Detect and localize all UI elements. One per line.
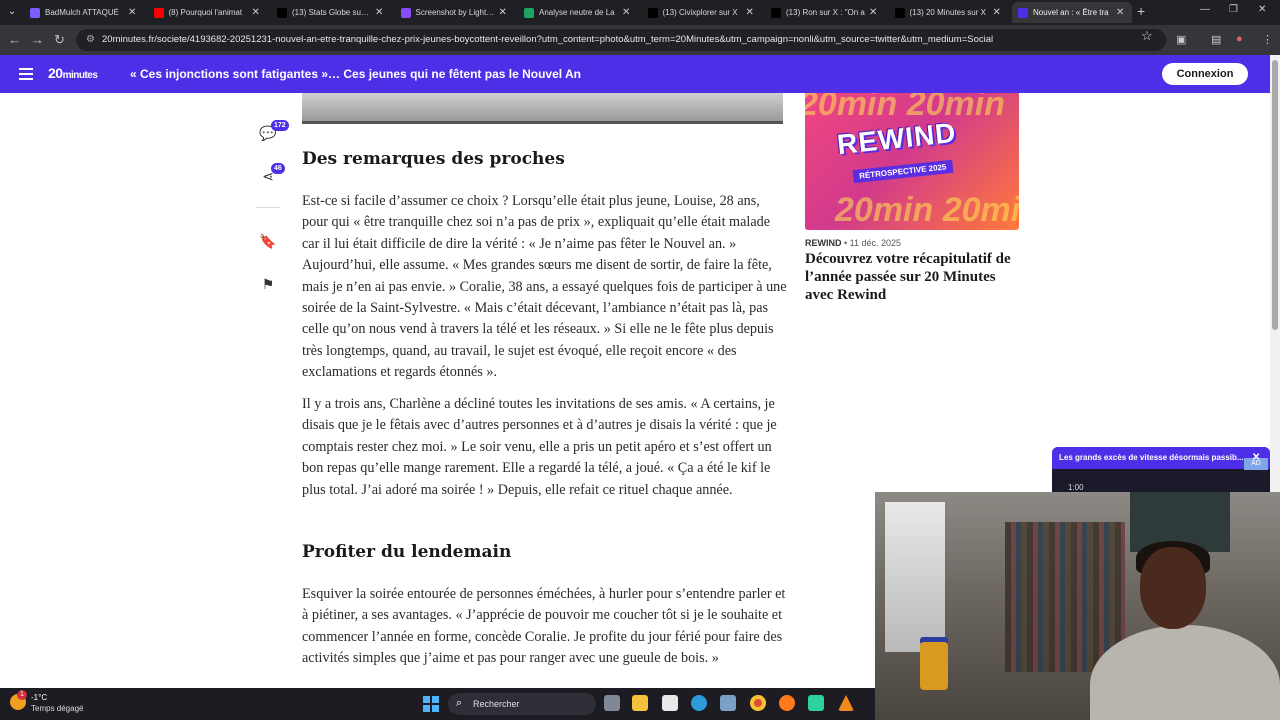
article-paragraph: Est-ce si facile d’assumer ce choix ? Lo… bbox=[302, 193, 787, 381]
profile-icon[interactable]: ● bbox=[1236, 33, 1243, 45]
edge-icon[interactable] bbox=[691, 695, 707, 711]
floating-video-player[interactable]: Les grands excès de vitesse désormais pa… bbox=[1052, 447, 1270, 495]
tab-title: BadMulch ATTAQUÉ bbox=[45, 8, 119, 17]
header-article-title: « Ces injonctions sont fatigantes »… Ces… bbox=[130, 67, 581, 81]
tab-title: Nouvel an : « Être tra bbox=[1033, 8, 1109, 17]
tab-title: Screenshot by Lightsh bbox=[415, 8, 495, 17]
article-subheading: Profiter du lendemain bbox=[302, 542, 512, 562]
taskbar-search-input[interactable] bbox=[448, 693, 596, 715]
forward-icon[interactable]: → bbox=[31, 32, 44, 48]
taskbar-search-placeholder[interactable]: Rechercher bbox=[473, 699, 520, 709]
browser-tab[interactable]: (13) 20 Minutes sur X ✕ bbox=[889, 2, 1009, 23]
bookmark-star-icon[interactable]: ☆ bbox=[1141, 28, 1153, 44]
app-icon[interactable] bbox=[808, 695, 824, 711]
url-text[interactable]: 20minutes.fr/societe/4193682-20251231-no… bbox=[102, 34, 993, 45]
minimize-icon[interactable]: — bbox=[1200, 4, 1210, 15]
tab-close-icon[interactable]: ✕ bbox=[252, 7, 262, 18]
notepad-icon[interactable] bbox=[662, 695, 678, 711]
article-image-bottom bbox=[302, 93, 783, 124]
webcam-overlay bbox=[875, 492, 1280, 720]
tab-favicon-icon bbox=[771, 7, 781, 18]
weather-description[interactable]: Temps dégagé bbox=[31, 704, 83, 713]
hamburger-menu-icon[interactable] bbox=[19, 68, 33, 80]
login-button[interactable]: Connexion bbox=[1162, 63, 1248, 85]
shares-count-badge: 46 bbox=[271, 163, 285, 174]
browser-tab[interactable]: (8) Pourquoi l'animat ✕ bbox=[148, 2, 268, 23]
tab-favicon-icon bbox=[647, 7, 658, 18]
article-paragraph: Esquiver la soirée entourée de personnes… bbox=[302, 586, 786, 667]
chrome-icon[interactable] bbox=[750, 695, 766, 711]
new-tab-button[interactable]: + bbox=[1137, 3, 1145, 19]
weather-temperature[interactable]: -1°C bbox=[31, 693, 47, 702]
browser-tab[interactable]: Screenshot by Lightsh ✕ bbox=[395, 2, 515, 23]
browser-tab[interactable]: (13) Civixplorer sur X ✕ bbox=[642, 2, 762, 23]
tab-favicon-icon bbox=[1018, 7, 1028, 18]
close-window-icon[interactable]: ✕ bbox=[1258, 4, 1266, 15]
scrollbar-thumb[interactable] bbox=[1272, 60, 1278, 330]
card-title-link[interactable]: Découvrez votre récapitulatif de l’année… bbox=[805, 250, 1019, 304]
rewind-card-image[interactable]: 20min 20min 20min 20min REWIND RÉTROSPEC… bbox=[805, 93, 1019, 230]
article-subheading: Des remarques des proches bbox=[302, 149, 565, 169]
tab-title: (8) Pourquoi l'animat bbox=[168, 8, 243, 17]
site-header: 20minutes « Ces injonctions sont fatigan… bbox=[0, 55, 1270, 93]
browser-tab[interactable]: BadMulch ATTAQUÉ ✕ bbox=[24, 2, 144, 23]
tab-favicon-icon bbox=[277, 7, 287, 18]
tab-favicon-icon bbox=[894, 7, 905, 18]
search-icon: ⌕ bbox=[456, 697, 463, 709]
comments-count-badge: 172 bbox=[271, 120, 289, 131]
task-view-icon[interactable] bbox=[604, 695, 620, 711]
tab-title: (13) Civixplorer sur X bbox=[662, 8, 738, 17]
tab-title: Analyse neutre de La bbox=[539, 8, 615, 17]
back-icon[interactable]: ← bbox=[8, 32, 21, 48]
browser-tab[interactable]: Nouvel an : « Être tra ✕ bbox=[1012, 2, 1132, 23]
tab-favicon-icon bbox=[524, 7, 534, 18]
report-icon[interactable]: ⚑ bbox=[258, 274, 278, 294]
firefox-icon[interactable] bbox=[779, 695, 795, 711]
browser-tab[interactable]: (13) Stats Globe sur X ✕ bbox=[271, 2, 391, 23]
start-button[interactable] bbox=[423, 696, 439, 712]
tab-search-icon[interactable]: ⌄ bbox=[4, 4, 20, 20]
tab-favicon-icon bbox=[30, 7, 40, 18]
tab-title: (13) 20 Minutes sur X bbox=[909, 8, 986, 17]
tab-title: (13) Stats Globe sur X bbox=[292, 8, 371, 17]
close-video-icon[interactable]: ✕ bbox=[1252, 452, 1260, 463]
address-bar[interactable]: ⚙ 20minutes.fr/societe/4193682-20251231-… bbox=[76, 29, 1166, 51]
tab-close-icon[interactable]: ✕ bbox=[128, 7, 138, 18]
rail-divider bbox=[256, 207, 280, 208]
floating-video-title: Les grands excès de vitesse désormais pa… bbox=[1052, 447, 1270, 469]
tab-title: (13) Ron sur X : "On a bbox=[786, 8, 865, 17]
reload-icon[interactable]: ↻ bbox=[54, 32, 65, 48]
tab-favicon-icon bbox=[400, 7, 411, 18]
browser-tab[interactable]: (13) Ron sur X : "On a ✕ bbox=[765, 2, 885, 23]
browser-toolbar: ← → ↻ ⚙ 20minutes.fr/societe/4193682-202… bbox=[0, 25, 1280, 55]
tab-close-icon[interactable]: ✕ bbox=[375, 7, 385, 18]
card-meta: REWIND • 11 déc. 2025 bbox=[805, 238, 902, 248]
browser-tab[interactable]: Analyse neutre de La ✕ bbox=[518, 2, 638, 23]
browser-tab-bar: ⌄ BadMulch ATTAQUÉ ✕ (8) Pourquoi l'animat… bbox=[0, 0, 1280, 25]
weather-badge: 1 bbox=[17, 690, 27, 700]
extensions-icon[interactable]: ▣ bbox=[1176, 33, 1186, 46]
menu-kebab-icon[interactable]: ⋮ bbox=[1262, 33, 1273, 46]
store-icon[interactable] bbox=[720, 695, 736, 711]
tab-close-icon[interactable]: ✕ bbox=[869, 7, 879, 18]
tab-close-icon[interactable]: ✕ bbox=[993, 7, 1003, 18]
tab-favicon-icon bbox=[153, 7, 164, 18]
tab-close-icon[interactable]: ✕ bbox=[746, 7, 756, 18]
tab-close-icon[interactable]: ✕ bbox=[1116, 7, 1126, 18]
sidepanel-icon[interactable]: ▤ bbox=[1211, 33, 1221, 46]
tab-close-icon[interactable]: ✕ bbox=[622, 7, 632, 18]
tab-close-icon[interactable]: ✕ bbox=[499, 7, 509, 18]
restore-icon[interactable]: ❐ bbox=[1229, 4, 1238, 15]
bookmark-icon[interactable]: 🔖 bbox=[258, 231, 278, 251]
site-logo[interactable]: 20minutes bbox=[48, 65, 98, 81]
file-explorer-icon[interactable] bbox=[632, 695, 648, 711]
rewind-image-subtitle: RÉTROSPECTIVE 2025 bbox=[852, 159, 954, 184]
video-timestamp: 1:00 bbox=[1068, 483, 1084, 492]
site-info-icon[interactable]: ⚙ bbox=[86, 34, 98, 46]
article-paragraph: Il y a trois ans, Charlène a décliné tou… bbox=[302, 396, 777, 498]
